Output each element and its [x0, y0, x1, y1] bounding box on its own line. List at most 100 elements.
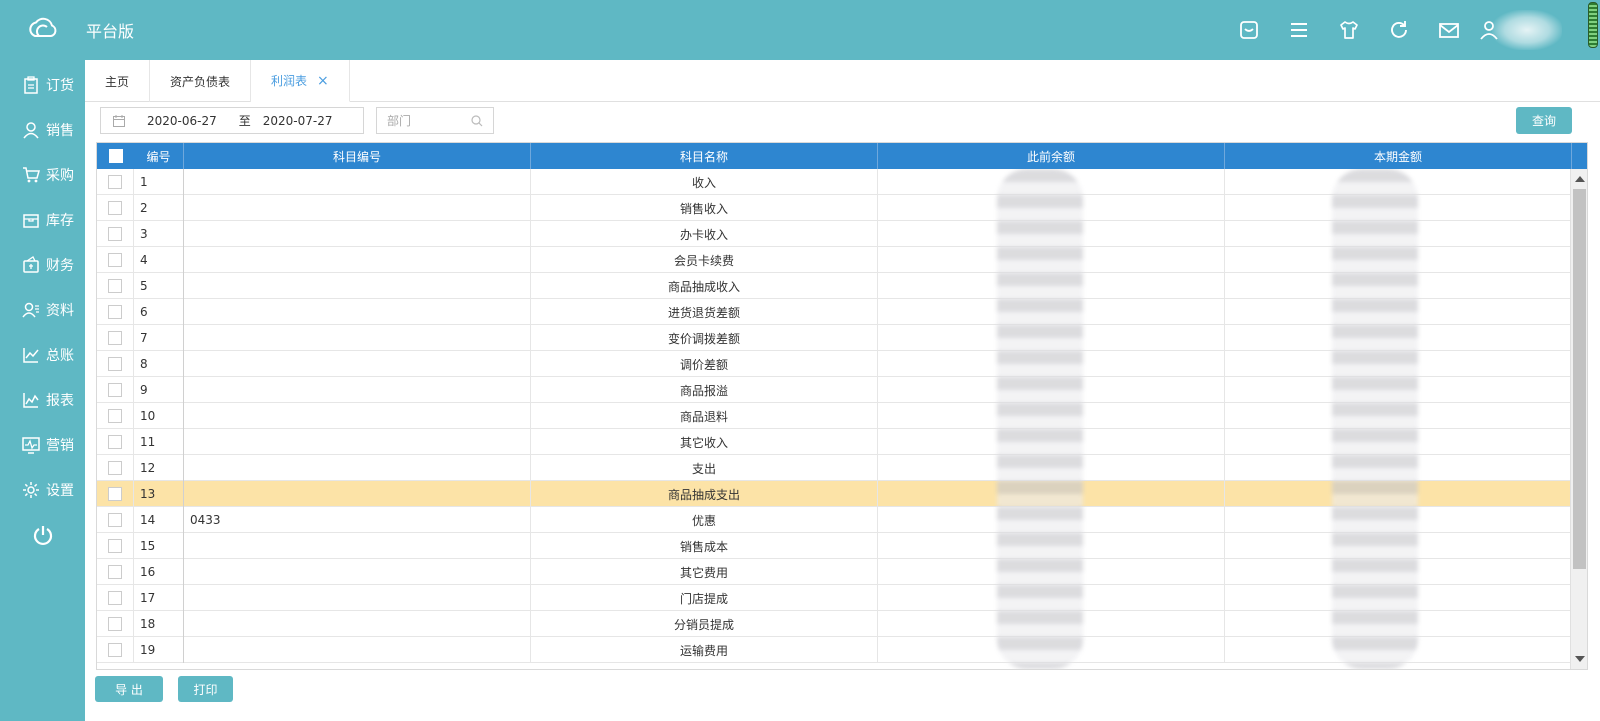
- row-select-cell: [97, 247, 134, 273]
- row-checkbox[interactable]: [108, 357, 122, 371]
- mail-icon[interactable]: [1424, 0, 1474, 60]
- row-account-code: [184, 273, 531, 299]
- sidebar-item-label: 库存: [46, 212, 74, 229]
- row-no: 13: [134, 481, 184, 507]
- row-checkbox[interactable]: [108, 565, 122, 579]
- department-field[interactable]: [376, 107, 494, 134]
- row-select-cell: [97, 611, 134, 637]
- pulse-icon: [22, 436, 40, 454]
- shirt-icon[interactable]: [1324, 0, 1374, 60]
- query-button[interactable]: 查询: [1516, 107, 1572, 134]
- sidebar-item-report[interactable]: 报表: [0, 377, 85, 422]
- date-to[interactable]: 2020-07-27: [263, 114, 333, 128]
- logout-button[interactable]: [0, 512, 85, 557]
- row-account-code: [184, 221, 531, 247]
- user-icon: [23, 121, 39, 138]
- row-checkbox[interactable]: [108, 539, 122, 553]
- sidebar-item-ledger[interactable]: 总账: [0, 332, 85, 377]
- row-account-name: 运输费用: [531, 637, 878, 663]
- row-account-name: 支出: [531, 455, 878, 481]
- sidebar-item-finance[interactable]: 财务: [0, 242, 85, 287]
- date-from[interactable]: 2020-06-27: [147, 114, 217, 128]
- gear-icon: [23, 481, 39, 498]
- tab-label: 主页: [105, 74, 130, 89]
- row-no: 11: [134, 429, 184, 455]
- row-checkbox[interactable]: [108, 591, 122, 605]
- menu-icon[interactable]: [1274, 0, 1324, 60]
- row-no: 6: [134, 299, 184, 325]
- row-checkbox[interactable]: [108, 435, 122, 449]
- sidebar-item-data[interactable]: 资料: [0, 287, 85, 332]
- sidebar: 订货 销售 采购 库存 财务 资料 总账 报表 营销 设置: [0, 60, 85, 721]
- sidebar-item-label: 销售: [46, 122, 74, 139]
- cart-icon: [23, 166, 40, 182]
- clipboard-icon: [24, 75, 38, 94]
- refresh-icon[interactable]: [1374, 0, 1424, 60]
- row-checkbox[interactable]: [108, 305, 122, 319]
- previous-balance-blurred: [997, 169, 1083, 669]
- calendar-icon: [113, 114, 125, 127]
- row-select-cell: [97, 429, 134, 455]
- sidebar-item-purchase[interactable]: 采购: [0, 152, 85, 197]
- row-checkbox[interactable]: [108, 253, 122, 267]
- app-title: 平台版: [86, 22, 135, 41]
- status-indicator: [1588, 2, 1598, 48]
- select-all-checkbox[interactable]: [108, 149, 123, 163]
- row-checkbox[interactable]: [108, 461, 122, 475]
- tab-balance-sheet[interactable]: 资产负债表: [150, 60, 252, 102]
- sidebar-item-label: 总账: [46, 347, 74, 364]
- row-account-name: 调价差额: [531, 351, 878, 377]
- scroll-down-icon[interactable]: [1575, 656, 1585, 662]
- scroll-thumb[interactable]: [1573, 189, 1586, 569]
- row-checkbox[interactable]: [108, 513, 122, 527]
- vertical-scrollbar[interactable]: [1570, 169, 1587, 669]
- row-account-name: 优惠: [531, 507, 878, 533]
- row-no: 8: [134, 351, 184, 377]
- export-button[interactable]: 导 出: [95, 676, 163, 702]
- row-select-cell: [97, 585, 134, 611]
- header-no[interactable]: 编号: [134, 143, 184, 169]
- row-no: 5: [134, 273, 184, 299]
- row-no: 14: [134, 507, 184, 533]
- row-select-cell: [97, 299, 134, 325]
- sidebar-item-sales[interactable]: 销售: [0, 107, 85, 152]
- row-account-code: [184, 585, 531, 611]
- row-select-cell: [97, 325, 134, 351]
- print-button[interactable]: 打印: [178, 676, 233, 702]
- row-checkbox[interactable]: [108, 331, 122, 345]
- row-checkbox[interactable]: [108, 279, 122, 293]
- department-input[interactable]: [387, 113, 467, 128]
- row-checkbox[interactable]: [108, 227, 122, 241]
- sidebar-item-marketing[interactable]: 营销: [0, 422, 85, 467]
- table-body: 1 收入 2 销售收入 3 办卡收入 4 会员卡续费 5 商品抽成收入 6 进货退货差额 7 变价调拨差额…: [97, 169, 1587, 669]
- row-account-name: 商品抽成收入: [531, 273, 878, 299]
- header-previous-balance[interactable]: 此前余额: [878, 143, 1225, 169]
- row-checkbox[interactable]: [108, 617, 122, 631]
- sidebar-item-order[interactable]: 订货: [0, 62, 85, 107]
- row-checkbox[interactable]: [108, 643, 122, 657]
- message-icon[interactable]: [1224, 0, 1274, 60]
- tab-home[interactable]: 主页: [85, 60, 151, 102]
- header-current-amount[interactable]: 本期金额: [1225, 143, 1572, 169]
- scroll-up-icon[interactable]: [1575, 176, 1585, 182]
- row-checkbox[interactable]: [108, 409, 122, 423]
- row-select-cell: [97, 221, 134, 247]
- date-range-picker[interactable]: 2020-06-27 至 2020-07-27: [100, 107, 364, 134]
- row-select-cell: [97, 533, 134, 559]
- row-checkbox[interactable]: [108, 175, 122, 189]
- close-icon[interactable]: ×: [317, 73, 329, 89]
- header-account-name[interactable]: 科目名称: [531, 143, 878, 169]
- sidebar-item-inventory[interactable]: 库存: [0, 197, 85, 242]
- chart-icon: [23, 347, 39, 363]
- row-checkbox[interactable]: [108, 201, 122, 215]
- header-account-code[interactable]: 科目编号: [184, 143, 531, 169]
- row-checkbox[interactable]: [108, 383, 122, 397]
- search-icon[interactable]: [471, 114, 483, 127]
- row-account-name: 商品退料: [531, 403, 878, 429]
- current-amount-blurred: [1332, 169, 1418, 669]
- income-statement-table: 编号 科目编号 科目名称 此前余额 本期金额 1 收入 2 销售收入 3 办卡收入 4 会员卡…: [96, 142, 1588, 670]
- row-account-name: 进货退货差额: [531, 299, 878, 325]
- tab-income-statement[interactable]: 利润表 ×: [251, 60, 350, 102]
- row-checkbox[interactable]: [108, 487, 122, 501]
- sidebar-item-settings[interactable]: 设置: [0, 467, 85, 512]
